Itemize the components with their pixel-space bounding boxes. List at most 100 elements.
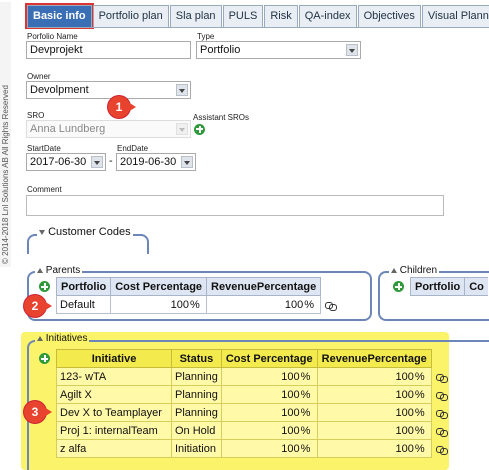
column-header-revenue-percentage[interactable]: RevenuePercentage <box>206 277 322 296</box>
initiative-revenue-cell[interactable]: 100% <box>316 403 432 422</box>
initiative-name-cell[interactable]: Dev X to Teamplayer <box>56 403 172 422</box>
tab-objectives[interactable]: Objectives <box>357 5 421 27</box>
link-icon <box>324 299 338 311</box>
initiative-cost-cell[interactable]: 100% <box>220 367 318 386</box>
parent-portfolio-cell[interactable]: Default <box>55 295 112 314</box>
plus-icon <box>39 353 50 365</box>
add-parent-button[interactable] <box>37 278 57 296</box>
unlink-button[interactable] <box>431 368 450 386</box>
portfolio-name-label: Porfolio Name <box>27 32 78 41</box>
unlink-button[interactable] <box>431 440 450 458</box>
link-icon <box>435 443 448 455</box>
copyright-strip: © 2014-2018 Lnl Solutions AB All Rights … <box>0 2 11 267</box>
column-header-portfolio[interactable]: Portfolio <box>409 277 466 296</box>
plus-icon <box>393 281 404 293</box>
start-date-label: StartDate <box>27 144 61 153</box>
chevron-down-icon[interactable] <box>181 156 193 168</box>
plus-icon <box>39 281 50 293</box>
chevron-down-icon[interactable] <box>91 156 103 168</box>
initiative-status-cell: Planning <box>171 385 222 404</box>
unlink-button[interactable] <box>431 422 450 440</box>
initiative-name-cell[interactable]: 123- wTA <box>56 367 172 386</box>
portfolio-name-input[interactable]: Devprojekt <box>26 41 191 59</box>
initiative-cost-cell[interactable]: 100% <box>220 439 318 458</box>
percent-symbol: % <box>414 424 425 437</box>
initiative-revenue-cell[interactable]: 100% <box>316 421 432 440</box>
add-initiative-button[interactable] <box>37 350 57 368</box>
copyright-text: © 2014-2018 Lnl Solutions AB All Rights … <box>1 85 10 264</box>
initiative-name-cell[interactable]: z alfa <box>56 439 172 458</box>
cell-value: 100 <box>395 442 414 455</box>
unlink-button[interactable] <box>321 296 340 314</box>
customer-codes-toggle[interactable]: Customer Codes <box>37 226 133 238</box>
cell-value: 100 <box>281 406 300 419</box>
column-header-status[interactable]: Status <box>171 349 222 368</box>
cell-value: 100 <box>281 424 300 437</box>
percent-symbol: % <box>300 424 311 437</box>
children-toggle[interactable]: Children <box>389 265 440 276</box>
initiative-status-cell: Planning <box>171 403 222 422</box>
initiative-cost-cell[interactable]: 100% <box>220 421 318 440</box>
owner-label: Owner <box>27 72 51 81</box>
percent-symbol: % <box>414 406 425 419</box>
chevron-down-icon[interactable] <box>176 84 188 96</box>
unlink-button[interactable] <box>431 386 450 404</box>
column-header-cost[interactable]: Co <box>464 277 488 296</box>
initiative-revenue-cell[interactable]: 100% <box>316 367 432 386</box>
parent-revenue-cell[interactable]: 100% <box>206 295 322 314</box>
initiative-cost-cell[interactable]: 100% <box>220 403 318 422</box>
percent-symbol: % <box>300 388 311 401</box>
cell-value: 100 <box>170 298 190 311</box>
tab-visual-planning[interactable]: Visual Planning <box>421 5 489 27</box>
add-assistant-sro-button[interactable] <box>194 123 205 135</box>
initiative-name-cell[interactable]: Proj 1: internalTeam <box>56 421 172 440</box>
cell-value: 100 <box>395 370 414 383</box>
start-date-value: 2017-06-30 <box>30 156 87 168</box>
column-header-portfolio[interactable]: Portfolio <box>55 277 112 296</box>
column-header-initiative[interactable]: Initiative <box>56 349 172 368</box>
column-header-cost-percentage[interactable]: Cost Percentage <box>110 277 208 296</box>
table-row: Default 100% 100% <box>37 295 340 314</box>
column-header-revenue-percentage[interactable]: RevenuePercentage <box>316 349 432 368</box>
initiative-revenue-cell[interactable]: 100% <box>316 439 432 458</box>
tab-qa-index[interactable]: QA-index <box>298 5 357 27</box>
percent-symbol: % <box>300 370 311 383</box>
parent-cost-cell[interactable]: 100% <box>110 295 208 314</box>
percent-symbol: % <box>190 298 200 311</box>
sro-select: Anna Lundberg <box>26 120 191 138</box>
tab-risk[interactable]: Risk <box>264 5 298 27</box>
end-date-input[interactable]: 2019-06-30 <box>116 153 196 171</box>
column-header-cost-percentage[interactable]: Cost Percentage <box>220 349 318 368</box>
chevron-down-icon[interactable] <box>346 44 358 56</box>
tab-basic-info[interactable]: Basic info <box>25 3 94 29</box>
table-row: z alfa Initiation 100% 100% <box>37 439 450 458</box>
cell-value: 100 <box>281 370 300 383</box>
percent-symbol: % <box>414 370 425 383</box>
tab-portfolio-plan[interactable]: Portfolio plan <box>92 5 169 27</box>
parents-table: Portfolio Cost Percentage RevenuePercent… <box>37 277 339 314</box>
add-child-button[interactable] <box>391 278 411 296</box>
initiative-name-cell[interactable]: Agilt X <box>56 385 172 404</box>
children-table: Portfolio Co <box>391 277 488 296</box>
type-select[interactable]: Portfolio <box>196 41 361 59</box>
children-legend: Children <box>399 265 438 276</box>
initiatives-toggle[interactable]: Initiatives <box>35 333 90 344</box>
owner-select-value: Devolpment <box>30 84 89 96</box>
initiative-cost-cell[interactable]: 100% <box>220 385 318 404</box>
percent-symbol: % <box>414 442 425 455</box>
unlink-button[interactable] <box>431 404 450 422</box>
sro-select-value: Anna Lundberg <box>30 123 106 135</box>
caret-up-icon <box>37 267 43 273</box>
initiative-revenue-cell[interactable]: 100% <box>316 385 432 404</box>
tab-puls[interactable]: PULS <box>222 5 264 27</box>
cell-value: 100 <box>281 388 300 401</box>
percent-symbol: % <box>304 298 314 311</box>
table-row: Agilt X Planning 100% 100% <box>37 385 450 404</box>
caret-down-icon <box>39 229 45 235</box>
parents-toggle[interactable]: Parents <box>35 265 83 276</box>
comment-textarea[interactable] <box>26 195 444 216</box>
end-date-value: 2019-06-30 <box>120 156 177 168</box>
start-date-input[interactable]: 2017-06-30 <box>26 153 106 171</box>
tab-sla-plan[interactable]: Sla plan <box>169 5 222 27</box>
owner-select[interactable]: Devolpment <box>26 81 191 99</box>
